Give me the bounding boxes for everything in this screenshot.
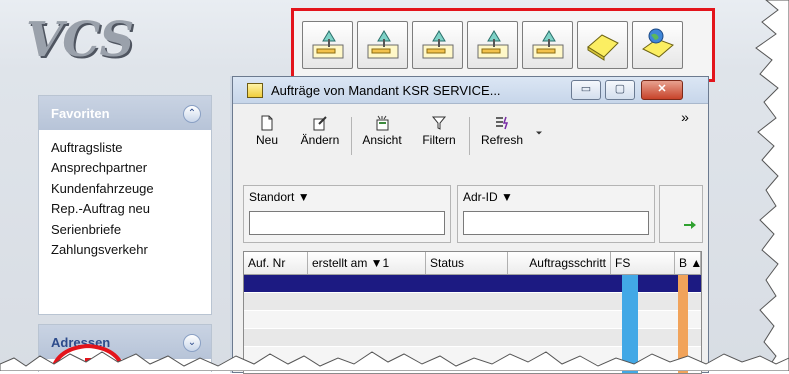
favorites-header[interactable]: Favoriten ⌃ — [39, 96, 211, 130]
ansicht-label: Ansicht — [362, 133, 402, 147]
refresh-label: Refresh — [480, 133, 524, 147]
edit-form-icon — [313, 116, 327, 131]
grid-header: Auf. Nr erstellt am ▼1 Status Auftragssc… — [244, 252, 701, 275]
favorite-item-rep-auftrag-neu[interactable]: Rep.-Auftrag neu — [51, 199, 211, 219]
column-status[interactable]: Status — [426, 252, 508, 274]
filter-icon — [431, 116, 447, 130]
auftrag-button-2[interactable] — [357, 21, 408, 69]
filtern-label: Filtern — [422, 133, 456, 147]
auftrag-button-1[interactable] — [302, 21, 353, 69]
toolbar-separator — [469, 117, 470, 155]
window-title: Aufträge von Mandant KSR SERVICE... — [271, 83, 501, 98]
aendern-button[interactable]: Ändern — [293, 111, 347, 161]
auftrag-icon — [422, 30, 453, 59]
vcs-logo: VCS — [26, 12, 134, 68]
maximize-button[interactable]: ▢ — [605, 80, 635, 100]
torn-edge-bottom — [0, 351, 789, 371]
column-fs[interactable]: FS — [611, 252, 675, 274]
filtern-button[interactable]: Filtern — [413, 111, 465, 161]
column-erstellt-am[interactable]: erstellt am ▼1 — [308, 252, 426, 274]
column-b[interactable]: B ▲ — [675, 252, 701, 274]
eraser-icon — [586, 34, 619, 61]
refresh-dropdown[interactable] — [533, 125, 545, 175]
window-titlebar[interactable]: Aufträge von Mandant KSR SERVICE... ▭ ▢ … — [233, 77, 708, 104]
auftrag-icon — [312, 30, 343, 59]
adr-id-input[interactable] — [463, 211, 649, 235]
auftrag-button-5[interactable] — [522, 21, 573, 69]
favorite-item-serienbriefe[interactable]: Serienbriefe — [51, 220, 211, 240]
window-document-icon — [247, 83, 263, 98]
standort-filter: Standort ▼ — [243, 185, 451, 243]
neu-label: Neu — [255, 133, 278, 147]
minimize-button[interactable]: ▭ — [571, 80, 601, 100]
globe-eraser-icon — [641, 28, 674, 58]
new-document-icon — [261, 115, 273, 131]
toolbar-separator — [351, 117, 352, 155]
column-auf-nr[interactable]: Auf. Nr — [244, 252, 308, 274]
favorite-item-auftragsliste[interactable]: Auftragsliste — [51, 138, 211, 158]
ansicht-button[interactable]: Ansicht — [355, 111, 409, 161]
globe-eraser-button[interactable] — [632, 21, 683, 69]
view-icon — [376, 115, 389, 131]
apply-filter-box — [659, 185, 703, 243]
favorite-item-zahlungsverkehr[interactable]: Zahlungsverkehr — [51, 240, 211, 260]
collapse-icon[interactable]: ⌃ — [183, 105, 201, 123]
favorites-title: Favoriten — [51, 106, 110, 121]
favorite-item-kundenfahrzeuge[interactable]: Kundenfahrzeuge — [51, 179, 211, 199]
auftrag-icon — [477, 30, 508, 59]
column-auftragsschritt[interactable]: Auftragsschritt — [508, 252, 611, 274]
auftrag-button-4[interactable] — [467, 21, 518, 69]
auftrag-icon — [367, 30, 398, 59]
close-button[interactable]: ✕ — [641, 80, 683, 100]
caret-down-icon — [536, 131, 542, 135]
torn-edge-right — [755, 0, 789, 371]
standort-label[interactable]: Standort ▼ — [249, 190, 310, 204]
refresh-list-icon — [496, 116, 509, 130]
overflow-button[interactable]: » — [677, 109, 693, 159]
overflow-chevron-icon: » — [681, 109, 689, 125]
adr-id-filter: Adr-ID ▼ — [457, 185, 655, 243]
favorites-list: Auftragsliste Ansprechpartner Kundenfahr… — [39, 130, 211, 270]
orders-window: Aufträge von Mandant KSR SERVICE... ▭ ▢ … — [232, 76, 709, 374]
adr-id-label[interactable]: Adr-ID ▼ — [463, 190, 513, 204]
refresh-button[interactable]: Refresh — [473, 111, 531, 161]
command-bar: Neu Ändern Ansicht Filtern Refresh » — [243, 109, 701, 163]
auftrag-icon — [532, 30, 563, 59]
aendern-label: Ändern — [300, 133, 340, 147]
filter-area: Standort ▼ Adr-ID ▼ — [243, 185, 703, 243]
favorite-item-ansprechpartner[interactable]: Ansprechpartner — [51, 158, 211, 178]
toolbar-highlight-frame — [291, 8, 715, 82]
green-arrow-icon[interactable] — [684, 220, 696, 230]
quick-toolbar — [302, 21, 683, 69]
favorites-panel: Favoriten ⌃ Auftragsliste Ansprechpartne… — [38, 95, 212, 315]
eraser-button[interactable] — [577, 21, 628, 69]
neu-button[interactable]: Neu — [243, 111, 291, 161]
standort-input[interactable] — [249, 211, 445, 235]
auftrag-button-3[interactable] — [412, 21, 463, 69]
